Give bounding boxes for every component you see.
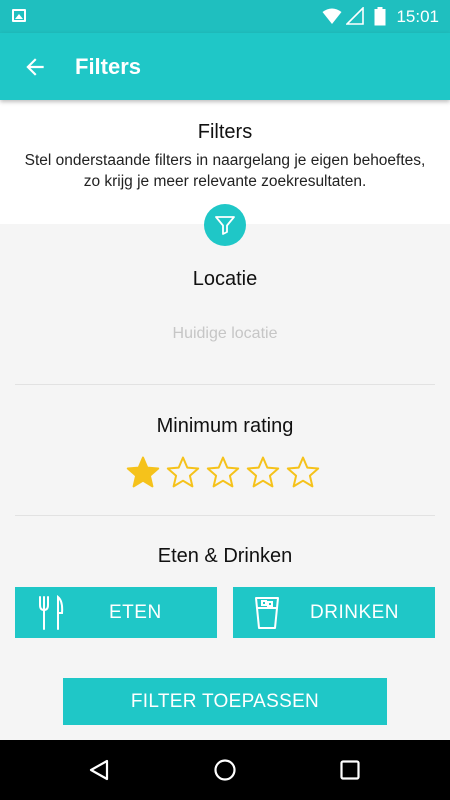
- star-outline-icon[interactable]: [285, 455, 321, 491]
- glass-icon: [255, 597, 279, 629]
- navigation-bar: [0, 740, 450, 800]
- divider: [15, 384, 435, 385]
- star-outline-icon[interactable]: [165, 455, 201, 491]
- recent-apps-icon[interactable]: [339, 758, 361, 782]
- eat-button[interactable]: ETEN: [15, 587, 217, 638]
- star-filled-icon[interactable]: [125, 455, 161, 491]
- drink-button[interactable]: DRINKEN: [233, 587, 435, 638]
- rating-title: Minimum rating: [156, 415, 294, 437]
- app-bar: Filters: [0, 33, 450, 100]
- back-nav-icon[interactable]: [88, 758, 110, 782]
- star-rating: [125, 455, 325, 491]
- apply-filter-label: FILTER TOEPASSEN: [130, 691, 320, 712]
- status-bar: 15:01: [0, 0, 450, 33]
- star-outline-icon[interactable]: [205, 455, 241, 491]
- intro-description: Stel onderstaande filters in naargelang …: [24, 152, 426, 190]
- intro-heading: Filters: [197, 121, 253, 143]
- status-time: 15:01: [396, 7, 439, 26]
- wifi-icon: [322, 8, 342, 24]
- filter-icon: [204, 204, 246, 246]
- location-title: Locatie: [192, 268, 258, 290]
- drink-button-label: DRINKEN: [310, 602, 400, 623]
- divider: [15, 515, 435, 516]
- star-outline-icon[interactable]: [245, 455, 281, 491]
- food-drink-title: Eten & Drinken: [157, 545, 293, 567]
- location-input[interactable]: Huidige locatie: [0, 325, 450, 343]
- battery-icon: [374, 7, 386, 26]
- apply-filter-button[interactable]: FILTER TOEPASSEN: [63, 678, 387, 725]
- image-icon: [12, 9, 26, 22]
- arrow-left-icon[interactable]: [22, 54, 48, 80]
- home-nav-icon[interactable]: [213, 758, 237, 782]
- signal-icon: [346, 7, 364, 25]
- cutlery-icon: [39, 595, 64, 630]
- eat-button-label: ETEN: [109, 602, 162, 623]
- app-bar-title: Filters: [75, 54, 142, 79]
